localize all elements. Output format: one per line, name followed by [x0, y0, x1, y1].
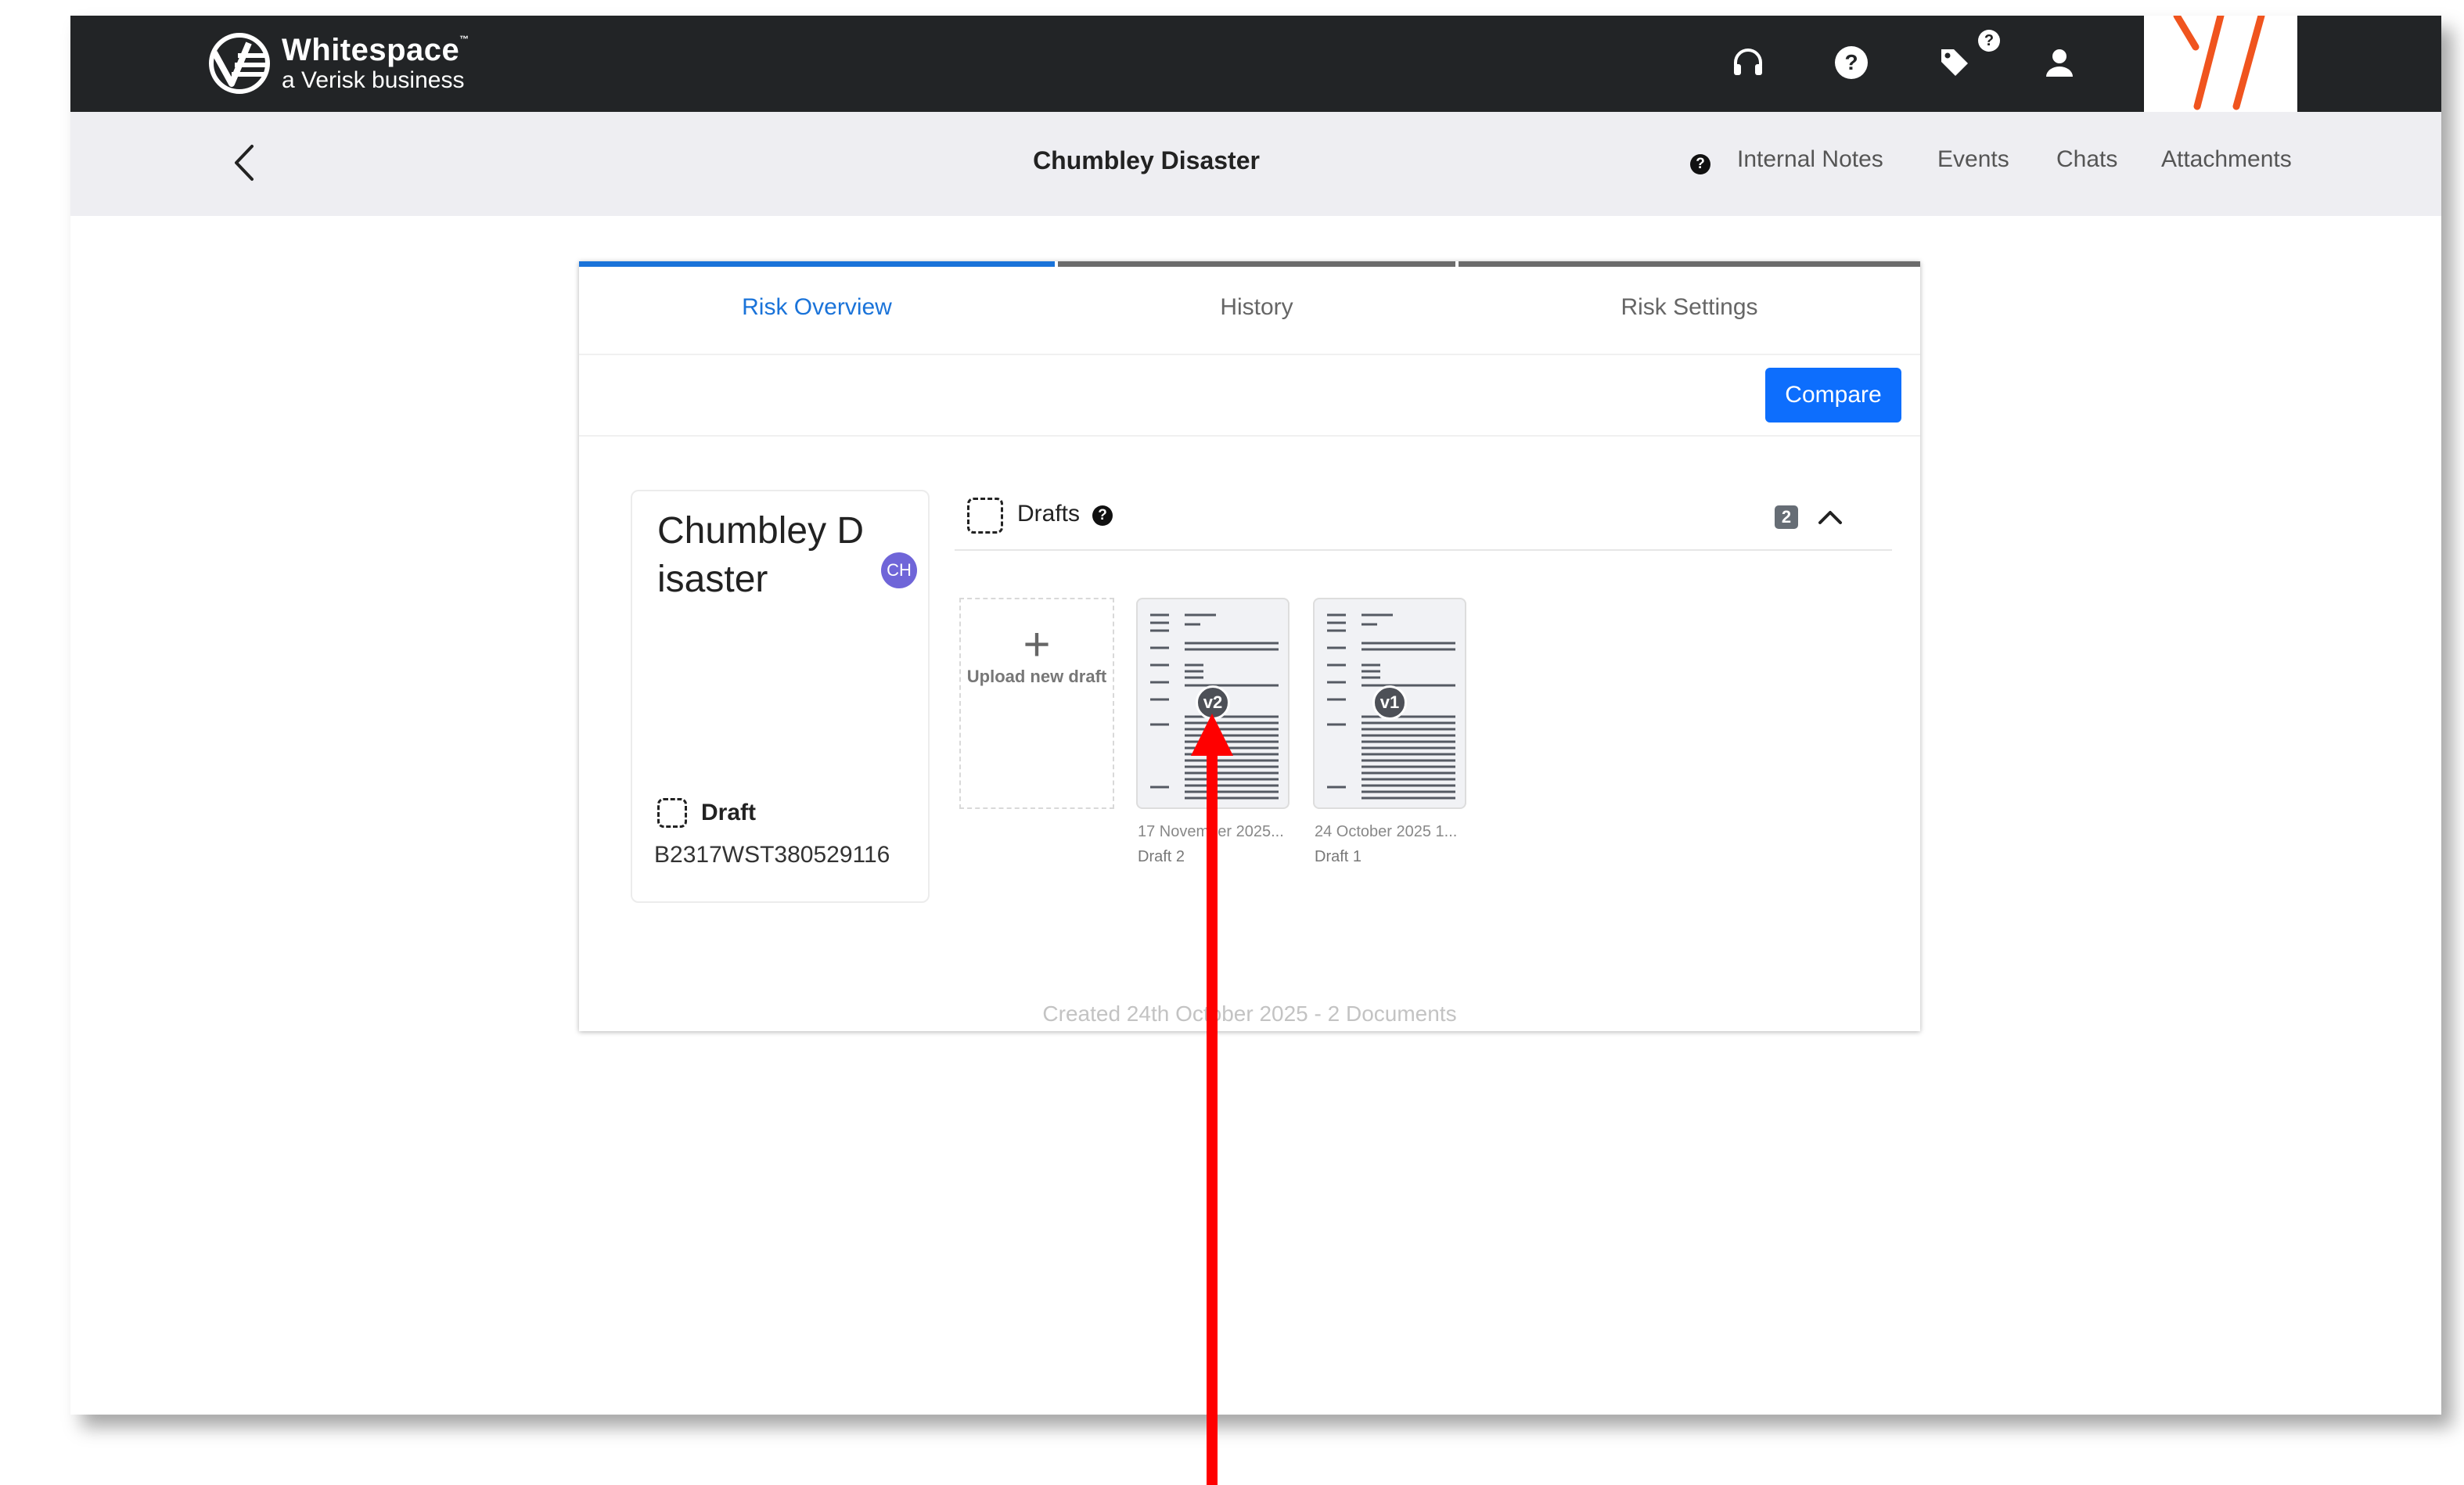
annotation-arrow — [1191, 714, 1233, 1485]
